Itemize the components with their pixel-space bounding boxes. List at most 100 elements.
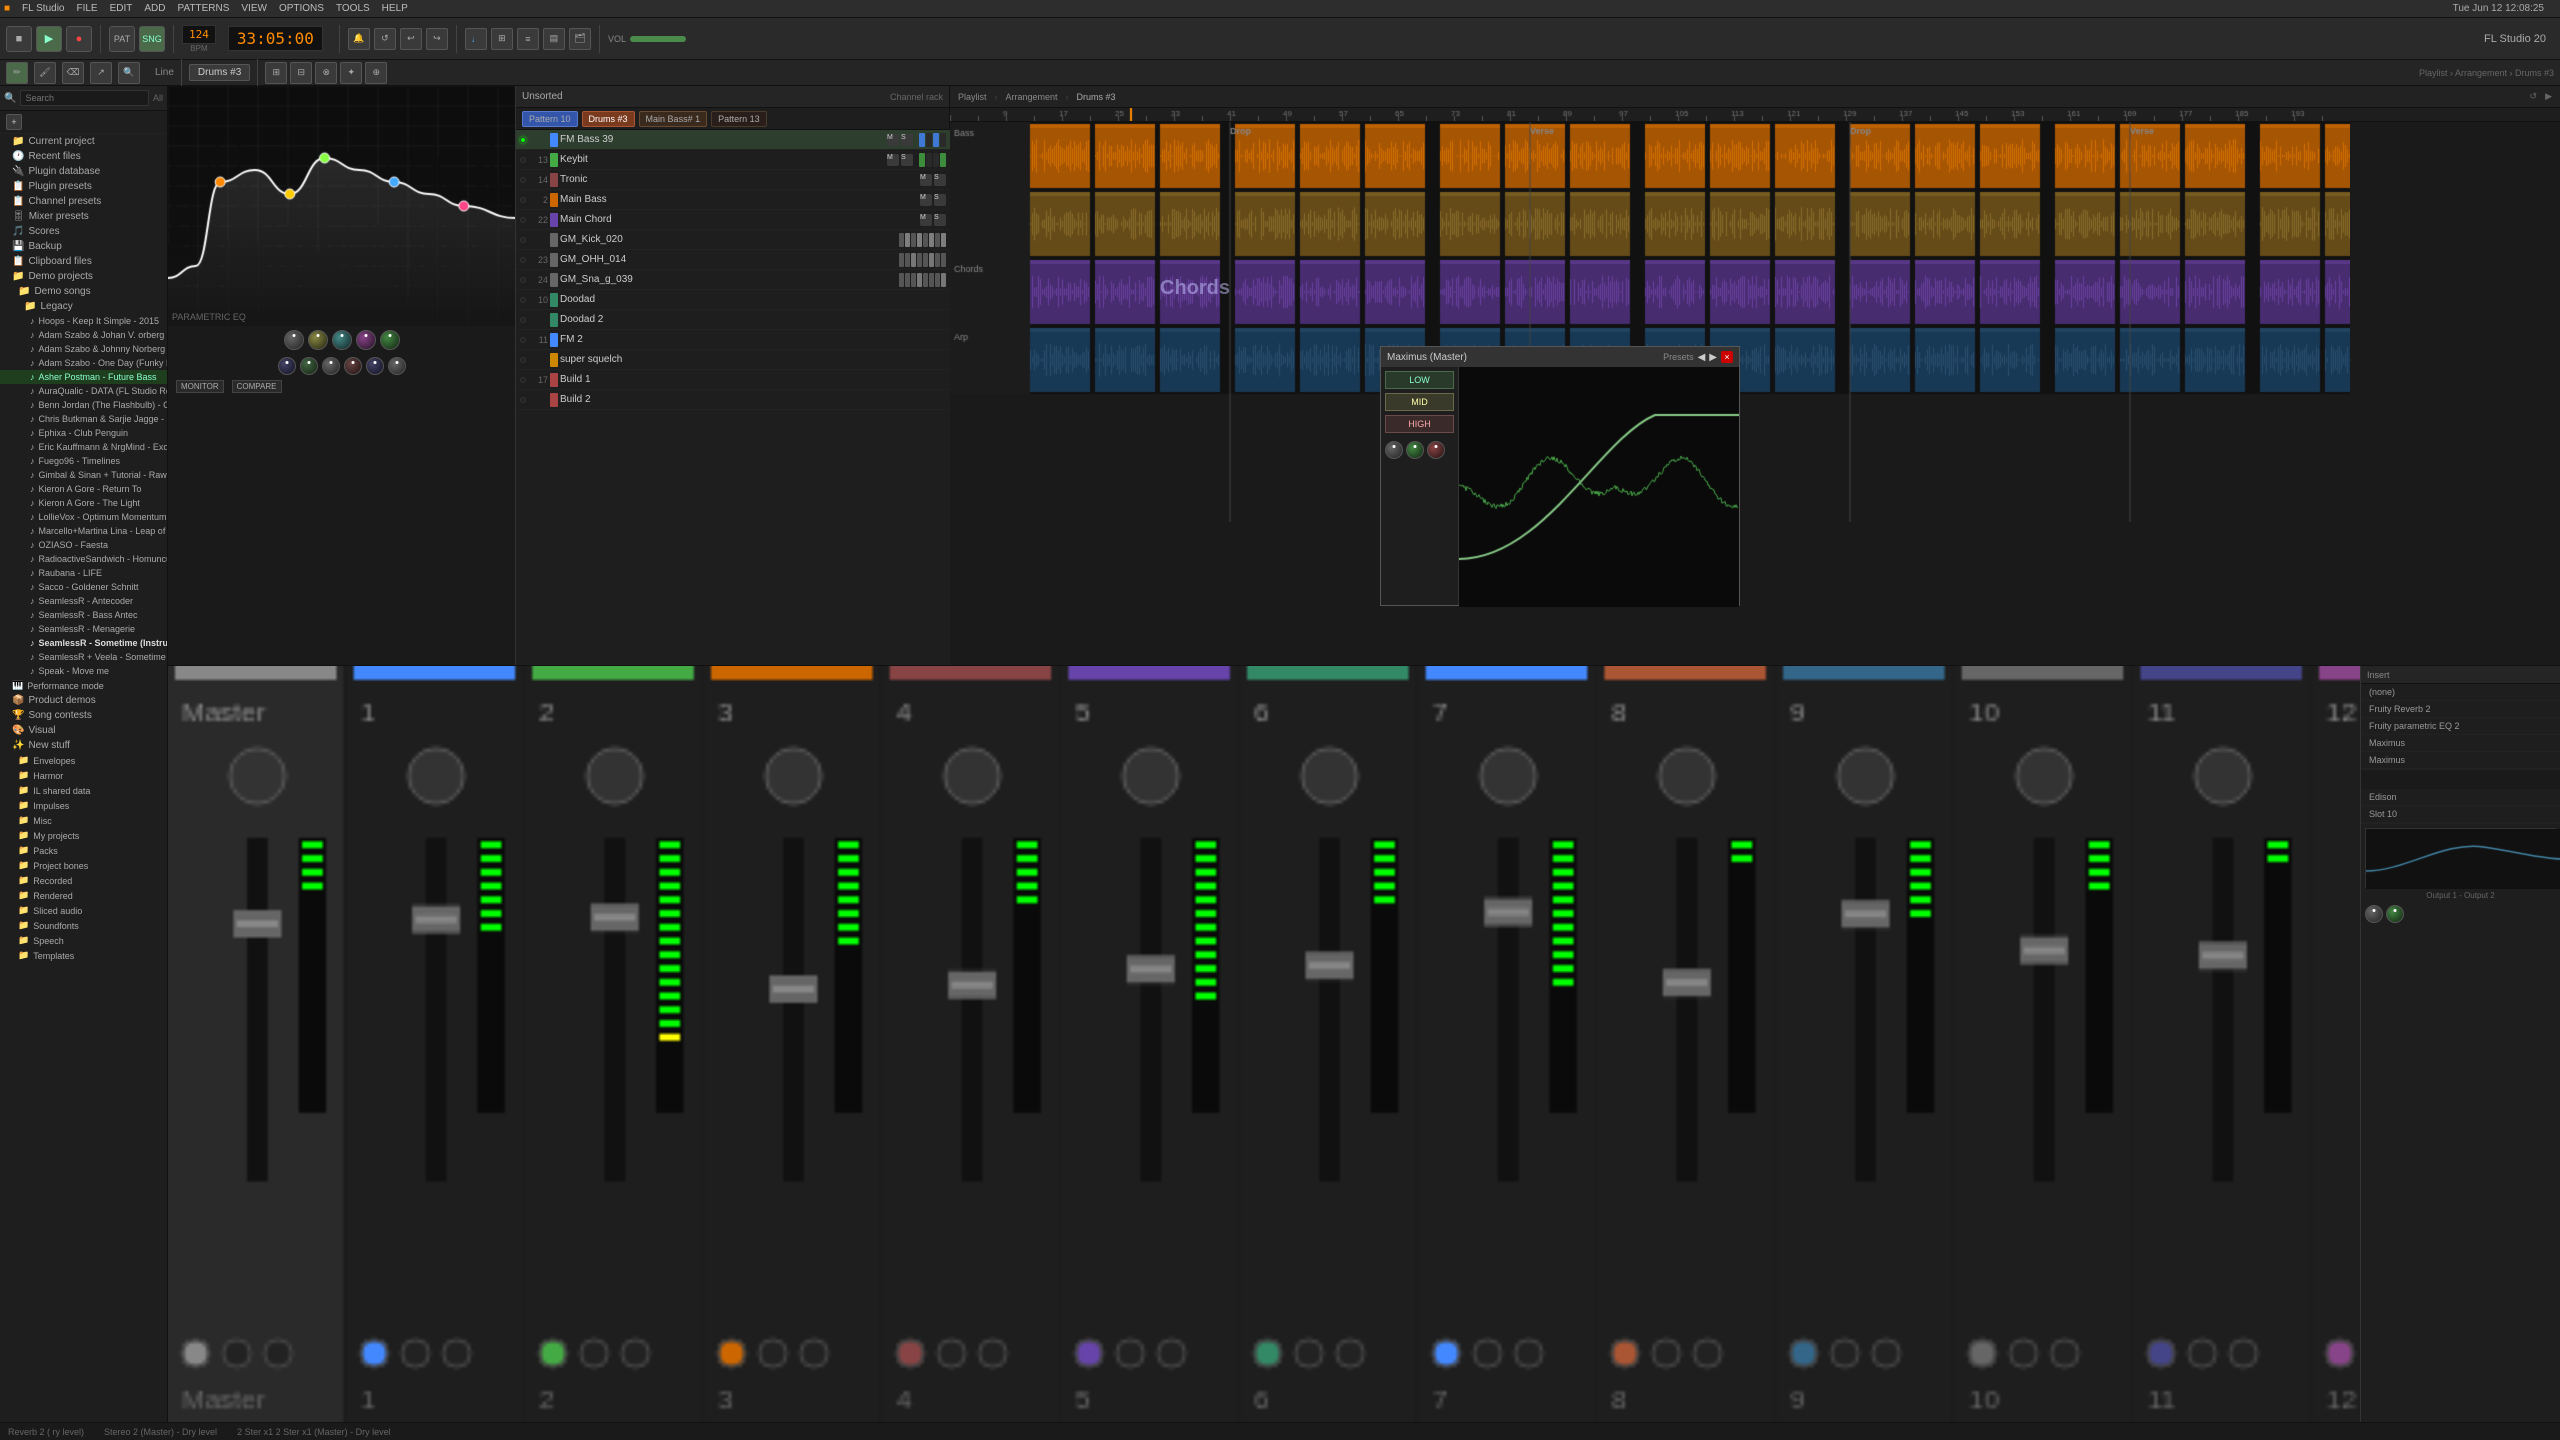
sidebar-item-harmor[interactable]: 📁 Harmor bbox=[0, 768, 167, 783]
menu-patterns[interactable]: PATTERNS bbox=[178, 3, 230, 14]
ch-mute-4[interactable]: M bbox=[920, 194, 932, 206]
app-logo[interactable]: ■ bbox=[4, 3, 10, 14]
channel-row-mainchord[interactable]: 22 Main Chord M S bbox=[516, 210, 950, 230]
erase-tool[interactable]: ⌫ bbox=[62, 62, 84, 84]
channel-row-doodad2[interactable]: Doodad 2 bbox=[516, 310, 950, 330]
ch-solo-3[interactable]: S bbox=[934, 174, 946, 186]
sidebar-item-seamless3[interactable]: ♪ SeamlessR - Menagerie bbox=[0, 622, 167, 636]
sidebar-item-adam3[interactable]: ♪ Adam Szabo - One Day (Funky Mix) bbox=[0, 356, 167, 370]
pat-tool-3[interactable]: ⊗ bbox=[315, 62, 337, 84]
sidebar-item-product-demos[interactable]: 📦 Product demos bbox=[0, 693, 167, 708]
channel-row-mainbass[interactable]: 2 Main Bass M S bbox=[516, 190, 950, 210]
sidebar-item-demo-projects[interactable]: 📁 Demo projects bbox=[0, 269, 167, 284]
eq-knob-9[interactable] bbox=[344, 357, 362, 375]
channel-led-3[interactable] bbox=[520, 177, 526, 183]
sidebar-item-scores[interactable]: 🎵 Scores bbox=[0, 224, 167, 239]
fx-maximus-2[interactable]: Maximus bbox=[2361, 752, 2560, 769]
sidebar-item-song-contests[interactable]: 🏆 Song contests bbox=[0, 708, 167, 723]
record-button[interactable]: ● bbox=[66, 26, 92, 52]
undo-btn[interactable]: ↩ bbox=[400, 28, 422, 50]
maximus-knob-3[interactable] bbox=[1427, 441, 1445, 459]
menu-file[interactable]: FILE bbox=[76, 3, 97, 14]
channel-row-fmbass[interactable]: FM Bass 39 M S bbox=[516, 130, 950, 150]
fx-maximus-1[interactable]: Maximus bbox=[2361, 735, 2560, 752]
sidebar-item-mixer-presets[interactable]: 🎚 Mixer presets bbox=[0, 209, 167, 224]
arr-play-btn[interactable]: ▶ bbox=[2545, 91, 2552, 102]
sidebar-item-perf-mode[interactable]: 🎹 Performance mode bbox=[0, 678, 167, 693]
draw-tool[interactable]: ✏ bbox=[6, 62, 28, 84]
search-input[interactable] bbox=[20, 90, 149, 106]
stop-button[interactable]: ■ bbox=[6, 26, 32, 52]
bpm-display[interactable]: 124 bbox=[182, 25, 216, 44]
eq-knob-5[interactable] bbox=[380, 330, 400, 350]
channel-row-build2[interactable]: Build 2 bbox=[516, 390, 950, 410]
pat-tool-5[interactable]: ⊕ bbox=[365, 62, 387, 84]
menu-help[interactable]: HELP bbox=[382, 3, 408, 14]
eq-knob-11[interactable] bbox=[388, 357, 406, 375]
plugin-close-btn[interactable]: × bbox=[1721, 351, 1733, 363]
sidebar-item-fuego[interactable]: ♪ Fuego96 - Timelines bbox=[0, 454, 167, 468]
menu-edit[interactable]: EDIT bbox=[110, 3, 133, 14]
band-high-btn[interactable]: HIGH bbox=[1385, 415, 1454, 433]
fx-slot10[interactable]: Slot 10 bbox=[2361, 806, 2560, 823]
metronome-btn[interactable]: 🔔 bbox=[348, 28, 370, 50]
sidebar-item-kieron1[interactable]: ♪ Kieron A Gore - Return To bbox=[0, 482, 167, 496]
channel-led-10[interactable] bbox=[520, 317, 526, 323]
fx-reverb[interactable]: Fruity Reverb 2 bbox=[2361, 701, 2560, 718]
sidebar-item-raubana[interactable]: ♪ Raubana - LIFE bbox=[0, 566, 167, 580]
sidebar-item-my-projects[interactable]: 📁 My projects bbox=[0, 828, 167, 843]
redo-btn[interactable]: ↪ bbox=[426, 28, 448, 50]
sidebar-item-seamless2[interactable]: ♪ SeamlessR - Bass Antec bbox=[0, 608, 167, 622]
pat-tool-1[interactable]: ⊞ bbox=[265, 62, 287, 84]
new-project-btn[interactable]: + bbox=[6, 114, 22, 130]
channel-row-gmohh[interactable]: 23 GM_OHH_014 bbox=[516, 250, 950, 270]
ch-solo-1[interactable]: S bbox=[901, 134, 913, 146]
pat-tool-4[interactable]: ✦ bbox=[340, 62, 362, 84]
playlist-btn[interactable]: ▤ bbox=[543, 28, 565, 50]
sidebar-item-oziaso[interactable]: ♪ OZIASO - Faesta bbox=[0, 538, 167, 552]
sidebar-item-channel-presets[interactable]: 📋 Channel presets bbox=[0, 194, 167, 209]
piano-roll-btn[interactable]: ♩ bbox=[465, 28, 487, 50]
channel-led-9[interactable] bbox=[520, 297, 526, 303]
sidebar-item-marcello[interactable]: ♪ Marcello+Martina Lina - Leap of Faith bbox=[0, 524, 167, 538]
pat-tool-2[interactable]: ⊟ bbox=[290, 62, 312, 84]
sidebar-item-speech[interactable]: 📁 Speech bbox=[0, 933, 167, 948]
sidebar-item-recent-files[interactable]: 🕐 Recent files bbox=[0, 149, 167, 164]
sidebar-item-rendered[interactable]: 📁 Rendered bbox=[0, 888, 167, 903]
pattern-btn-4[interactable]: Pattern 13 bbox=[711, 111, 767, 127]
menu-tools[interactable]: TOOLS bbox=[336, 3, 370, 14]
sidebar-item-clipboard[interactable]: 📋 Clipboard files bbox=[0, 254, 167, 269]
pattern-btn-1[interactable]: Pattern 10 bbox=[522, 111, 578, 127]
arr-loop-btn[interactable]: ↺ bbox=[2530, 91, 2538, 102]
sidebar-item-plugin-presets[interactable]: 📋 Plugin presets bbox=[0, 179, 167, 194]
channel-row-keybit[interactable]: 13 Keybit M S bbox=[516, 150, 950, 170]
send-knob-2[interactable] bbox=[2386, 905, 2404, 923]
channel-row-squelch[interactable]: super squelch bbox=[516, 350, 950, 370]
sidebar-item-ephixa[interactable]: ♪ Ephixa - Club Penguin bbox=[0, 426, 167, 440]
menu-fl-studio[interactable]: FL Studio bbox=[22, 3, 64, 14]
sidebar-item-seamless1[interactable]: ♪ SeamlessR - Antecoder bbox=[0, 594, 167, 608]
step-seq-btn[interactable]: ⊞ bbox=[491, 28, 513, 50]
sidebar-item-eric[interactable]: ♪ Eric Kauffmann & NrgMind - Exoplanet bbox=[0, 440, 167, 454]
sidebar-item-envelopes[interactable]: 📁 Envelopes bbox=[0, 753, 167, 768]
sidebar-item-adam2[interactable]: ♪ Adam Szabo & Johnny Norberg - I Wanna … bbox=[0, 342, 167, 356]
sidebar-item-sliced-audio[interactable]: 📁 Sliced audio bbox=[0, 903, 167, 918]
channel-row-fm2[interactable]: 11 FM 2 bbox=[516, 330, 950, 350]
send-knob-1[interactable] bbox=[2365, 905, 2383, 923]
song-mode-btn[interactable]: SNG bbox=[139, 26, 165, 52]
channel-row-doodad1[interactable]: 10 Doodad bbox=[516, 290, 950, 310]
sidebar-item-current-project[interactable]: 📁 Current project bbox=[0, 134, 167, 149]
sidebar-item-adam1[interactable]: ♪ Adam Szabo & Johan V. orberg - Knocked… bbox=[0, 328, 167, 342]
sidebar-item-chris[interactable]: ♪ Chris Butkman & Sarjie Jagge - No Esca… bbox=[0, 412, 167, 426]
menu-add[interactable]: ADD bbox=[144, 3, 165, 14]
pattern-mode-btn[interactable]: PAT bbox=[109, 26, 135, 52]
sidebar-item-packs[interactable]: 📁 Packs bbox=[0, 843, 167, 858]
channel-led-13[interactable] bbox=[520, 377, 526, 383]
sidebar-item-radio[interactable]: ♪ RadioactiveSandwich - Homunculus bbox=[0, 552, 167, 566]
sidebar-item-benn[interactable]: ♪ Benn Jordan (The Flashbulb) - Cassette… bbox=[0, 398, 167, 412]
play-button[interactable]: ▶ bbox=[36, 26, 62, 52]
select-tool[interactable]: ↗ bbox=[90, 62, 112, 84]
eq-knob-8[interactable] bbox=[322, 357, 340, 375]
sidebar-item-templates[interactable]: 📁 Templates bbox=[0, 948, 167, 963]
zoom-tool[interactable]: 🔍 bbox=[118, 62, 140, 84]
